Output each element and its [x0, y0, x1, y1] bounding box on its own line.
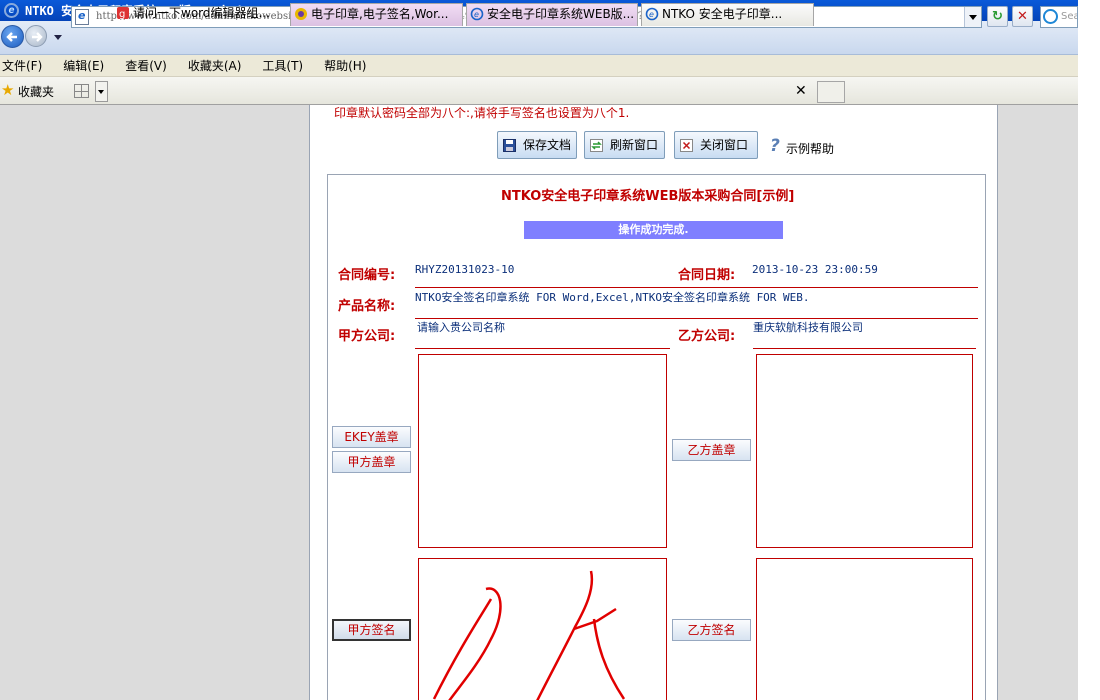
password-notice: 印章默认密码全部为八个:,请将手写签名也设置为八个1. [334, 106, 630, 120]
menu-view[interactable]: 查看(V) [125, 57, 167, 74]
svg-text:e: e [649, 10, 654, 19]
tab-seal-web[interactable]: e 安全电子印章系统WEB版... [466, 3, 638, 26]
forum-favicon-icon: g [117, 7, 129, 20]
forward-button[interactable] [25, 25, 47, 47]
refresh-window-button[interactable]: 刷新窗口 [584, 131, 665, 159]
product-name-field[interactable]: NTKO安全签名印章系统 FOR Word,Excel,NTKO安全签名印章系统… [415, 289, 810, 305]
tab-label: 电子印章,电子签名,Wor... [311, 7, 449, 21]
ie-page-icon: e [470, 7, 484, 21]
refresh-page-button[interactable]: ↻ [987, 6, 1008, 27]
back-button[interactable] [1, 25, 24, 48]
screen-edge [1078, 0, 1100, 700]
party-a-sign-button[interactable]: 甲方签名 [332, 619, 411, 641]
party-b-company-field[interactable]: 重庆软航科技有限公司 [753, 319, 863, 335]
search-provider-icon [1043, 9, 1058, 24]
svg-text:g: g [119, 9, 125, 20]
ekey-seal-button[interactable]: EKEY盖章 [332, 426, 411, 448]
close-window-button[interactable]: 关闭窗口 [674, 131, 758, 159]
favorites-bar: ★ 收藏夹 [0, 77, 1078, 105]
party-a-underline [415, 348, 670, 349]
party-a-company-field[interactable]: 请输入贵公司名称 [417, 319, 505, 335]
close-button-label: 关闭窗口 [700, 138, 749, 152]
menu-favorites[interactable]: 收藏夹(A) [188, 57, 242, 74]
party-b-seal-area[interactable] [756, 354, 973, 548]
favorites-star-icon[interactable]: ★ [1, 82, 14, 98]
help-link-label: 示例帮助 [786, 142, 835, 156]
tab-word-editor[interactable]: g 请问一下word编辑器组... [113, 3, 285, 26]
ie-page-icon: e [645, 7, 659, 21]
stop-button[interactable]: ✕ [1012, 6, 1033, 27]
menu-tools[interactable]: 工具(T) [262, 57, 303, 74]
contract-date-field[interactable]: 2013-10-23 23:00:59 [752, 263, 878, 276]
party-a-signature-area[interactable] [418, 558, 667, 700]
save-document-button[interactable]: 保存文档 [497, 131, 577, 159]
tab-label: NTKO 安全电子印章... [662, 7, 783, 21]
party-b-seal-button[interactable]: 乙方盖章 [672, 439, 751, 461]
party-b-sign-button[interactable]: 乙方签名 [672, 619, 751, 641]
svg-text:e: e [474, 10, 479, 19]
refresh-button-label: 刷新窗口 [610, 138, 659, 152]
party-a-seal-button[interactable]: 甲方盖章 [332, 451, 411, 473]
forward-arrow-icon [32, 32, 43, 42]
party-b-company-label: 乙方公司: [678, 329, 736, 344]
new-tab-button[interactable] [817, 81, 845, 103]
quick-tabs-icon[interactable] [74, 84, 89, 98]
tab-e-seal[interactable]: 电子印章,电子签名,Wor... [290, 3, 463, 26]
address-dropdown-icon[interactable] [964, 7, 981, 27]
menu-edit[interactable]: 编辑(E) [63, 57, 104, 74]
tab-ntko-active[interactable]: e NTKO 安全电子印章... [641, 3, 814, 26]
save-button-label: 保存文档 [523, 138, 572, 152]
contract-number-field[interactable]: RHYZ20131023-10 [415, 263, 514, 276]
menu-bar: 文件(F) 编辑(E) 查看(V) 收藏夹(A) 工具(T) 帮助(H) [0, 55, 1078, 77]
close-tab-icon[interactable]: ✕ [795, 83, 807, 99]
handwritten-signature-drawing [432, 570, 626, 700]
party-b-underline [753, 348, 976, 349]
example-help-link[interactable]: ? 示例帮助 [770, 136, 835, 157]
contract-number-label: 合同编号: [338, 268, 396, 283]
contract-title: NTKO安全电子印章系统WEB版本采购合同[示例] [501, 189, 795, 204]
favorites-button[interactable]: 收藏夹 [18, 83, 54, 100]
tab-label: 安全电子印章系统WEB版... [487, 7, 635, 21]
site-favicon-icon [295, 8, 307, 20]
party-a-company-label: 甲方公司: [338, 329, 396, 344]
history-dropdown-icon[interactable] [54, 35, 62, 40]
status-message: 操作成功完成. [524, 221, 783, 239]
page-favicon-icon [75, 9, 89, 25]
back-arrow-icon [6, 32, 17, 42]
close-icon [680, 139, 693, 152]
help-question-icon: ? [770, 136, 780, 156]
menu-help[interactable]: 帮助(H) [324, 57, 366, 74]
tab-list-dropdown-icon[interactable] [95, 81, 108, 102]
browser-window: e NTKO 安全电子印章系统WEB版 - Windows Internet E… [0, 0, 1100, 700]
contract-date-label: 合同日期: [678, 268, 736, 283]
product-name-label: 产品名称: [338, 299, 396, 314]
ie-logo-icon: e [4, 3, 19, 18]
party-b-signature-area[interactable] [756, 558, 973, 700]
floppy-disk-icon [503, 139, 516, 152]
menu-file[interactable]: 文件(F) [2, 57, 42, 74]
tab-label: 请问一下word编辑器组... [133, 6, 270, 20]
party-a-seal-area[interactable] [418, 354, 667, 548]
row-divider [415, 287, 978, 288]
refresh-icon [590, 139, 603, 152]
